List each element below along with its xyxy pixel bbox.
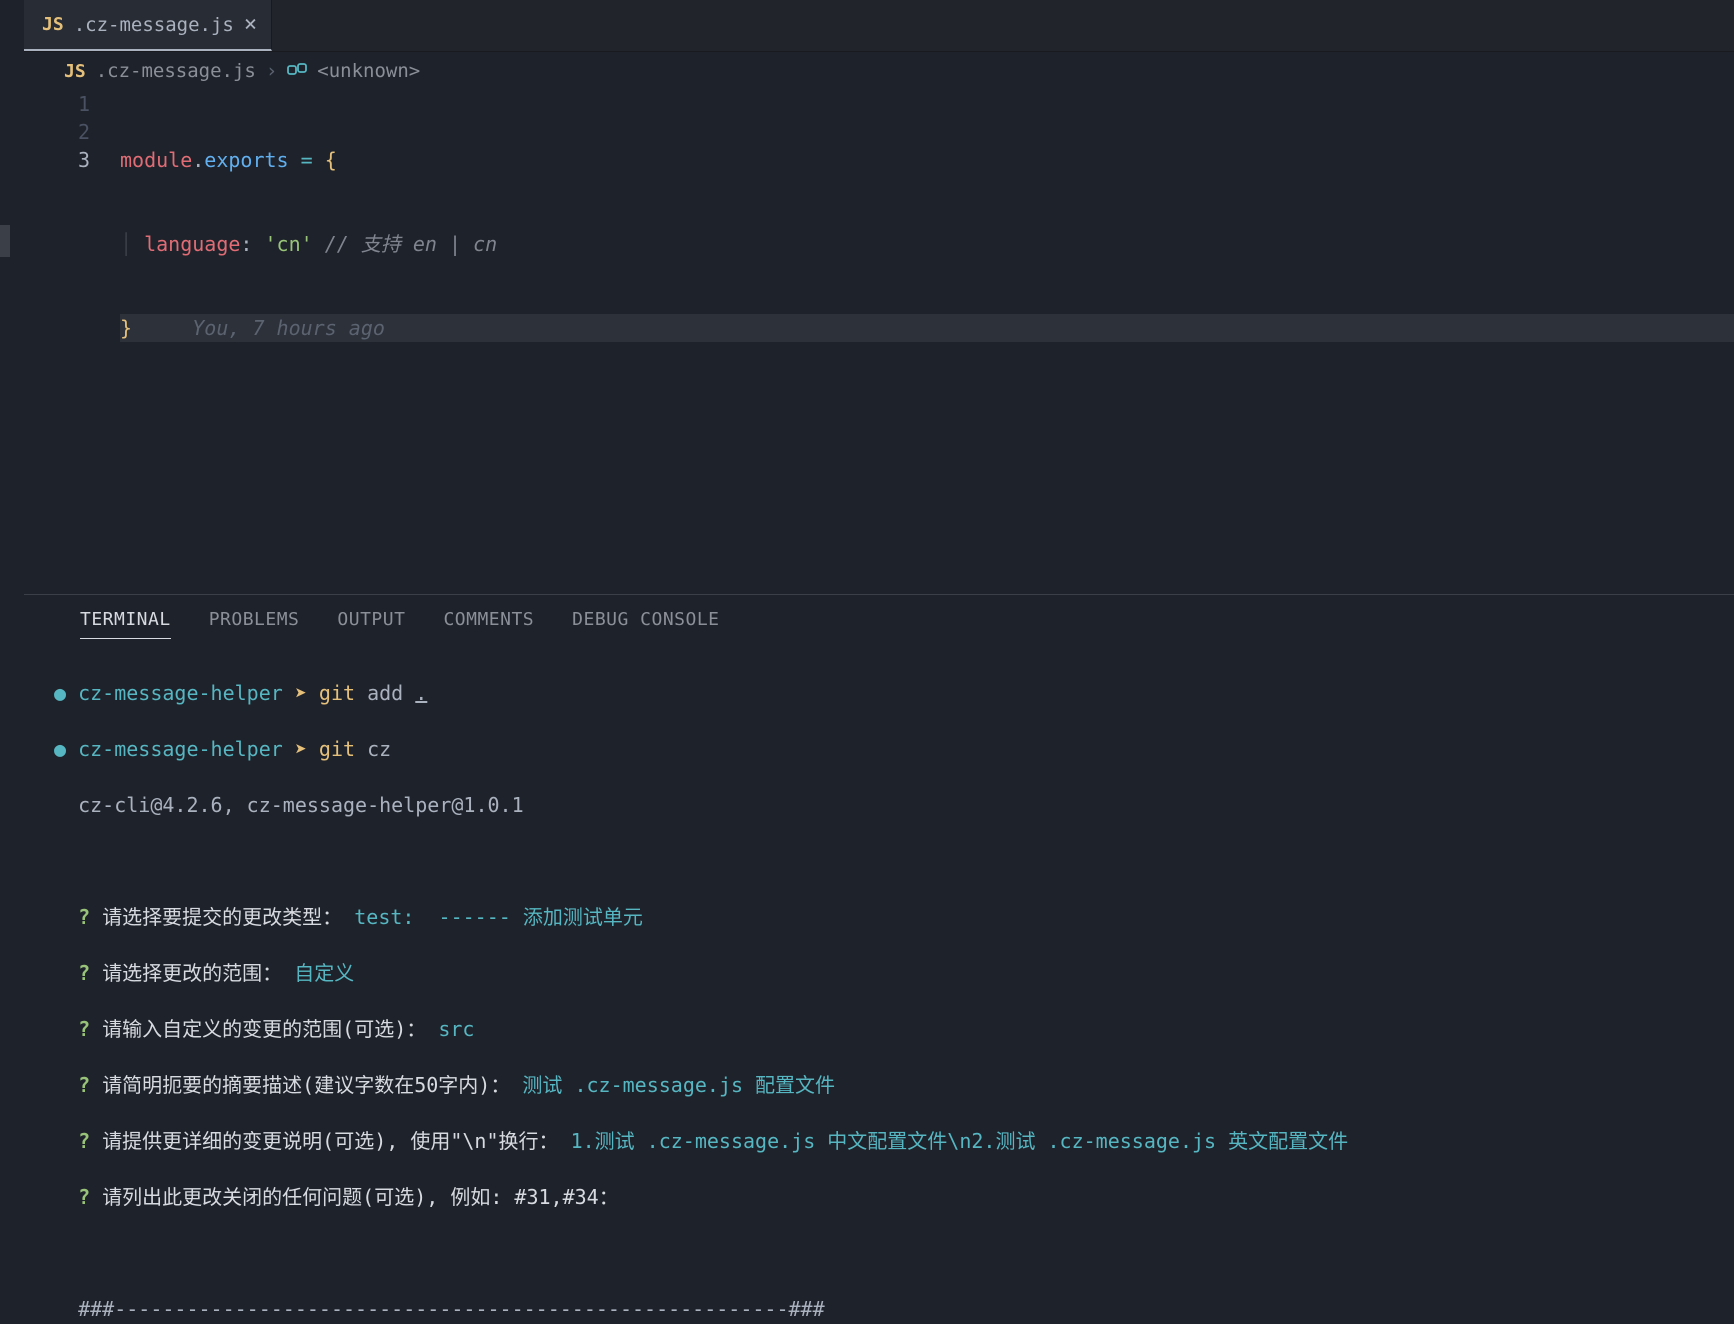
code-line: module.exports = { (120, 146, 1734, 174)
git-blame-annotation: You, 7 hours ago (132, 316, 385, 340)
breadcrumb-file: .cz-message.js (96, 60, 256, 82)
panel-tabs: TERMINAL PROBLEMS OUTPUT COMMENTS DEBUG … (24, 595, 1734, 643)
editor-tabs: JS .cz-message.js × (24, 0, 1734, 52)
term-line (54, 847, 1704, 875)
code-line: } You, 7 hours ago (120, 314, 1734, 342)
term-line: ? 请简明扼要的摘要描述(建议字数在50字内)： 测试 .cz-message.… (54, 1071, 1704, 1099)
term-line: ? 请输入自定义的变更的范围(可选)： src (54, 1015, 1704, 1043)
bottom-panel: TERMINAL PROBLEMS OUTPUT COMMENTS DEBUG … (24, 594, 1734, 1324)
editor-area: 1 2 3 module.exports = { │ language: 'cn… (24, 84, 1734, 594)
tab-cz-message[interactable]: JS .cz-message.js × (24, 0, 272, 51)
term-line: ###-------------------------------------… (54, 1295, 1704, 1323)
js-file-icon: JS (64, 61, 86, 82)
term-line (54, 1239, 1704, 1267)
tab-filename: .cz-message.js (74, 14, 234, 36)
breadcrumb[interactable]: JS .cz-message.js › <unknown> (24, 52, 1734, 84)
line-number: 2 (24, 118, 90, 146)
line-number: 3 (24, 146, 90, 174)
js-file-icon: JS (42, 14, 64, 35)
editor[interactable]: 1 2 3 module.exports = { │ language: 'cn… (24, 84, 1734, 398)
activity-bar (0, 0, 24, 1324)
app-root: JS .cz-message.js × JS .cz-message.js › … (0, 0, 1734, 1324)
tab-debug-console[interactable]: DEBUG CONSOLE (572, 609, 719, 639)
code[interactable]: module.exports = { │ language: 'cn' // 支… (120, 90, 1734, 398)
code-line: │ language: 'cn' // 支持 en | cn (120, 230, 1734, 258)
term-line: ? 请提供更详细的变更说明(可选), 使用"\n"换行： 1.测试 .cz-me… (54, 1127, 1704, 1155)
tab-comments[interactable]: COMMENTS (443, 609, 534, 639)
breadcrumb-symbol: <unknown> (317, 60, 420, 82)
tab-output[interactable]: OUTPUT (337, 609, 405, 639)
activity-marker (0, 225, 10, 257)
term-line: ? 请选择更改的范围： 自定义 (54, 959, 1704, 987)
term-line: cz-cli@4.2.6, cz-message-helper@1.0.1 (54, 791, 1704, 819)
line-number: 1 (24, 90, 90, 118)
terminal[interactable]: ● cz-message-helper ➤ git add . ● cz-mes… (24, 643, 1734, 1324)
symbol-icon (287, 60, 307, 82)
main-column: JS .cz-message.js × JS .cz-message.js › … (24, 0, 1734, 1324)
close-icon[interactable]: × (244, 12, 257, 37)
term-line: ? 请选择要提交的更改类型： test: ------ 添加测试单元 (54, 903, 1704, 931)
chevron-right-icon: › (266, 60, 277, 82)
tab-problems[interactable]: PROBLEMS (209, 609, 300, 639)
term-line: ● cz-message-helper ➤ git add . (54, 679, 1704, 707)
gutter: 1 2 3 (24, 90, 120, 398)
tab-terminal[interactable]: TERMINAL (80, 609, 171, 639)
term-line: ? 请列出此更改关闭的任何问题(可选), 例如: #31,#34： (54, 1183, 1704, 1211)
term-line: ● cz-message-helper ➤ git cz (54, 735, 1704, 763)
